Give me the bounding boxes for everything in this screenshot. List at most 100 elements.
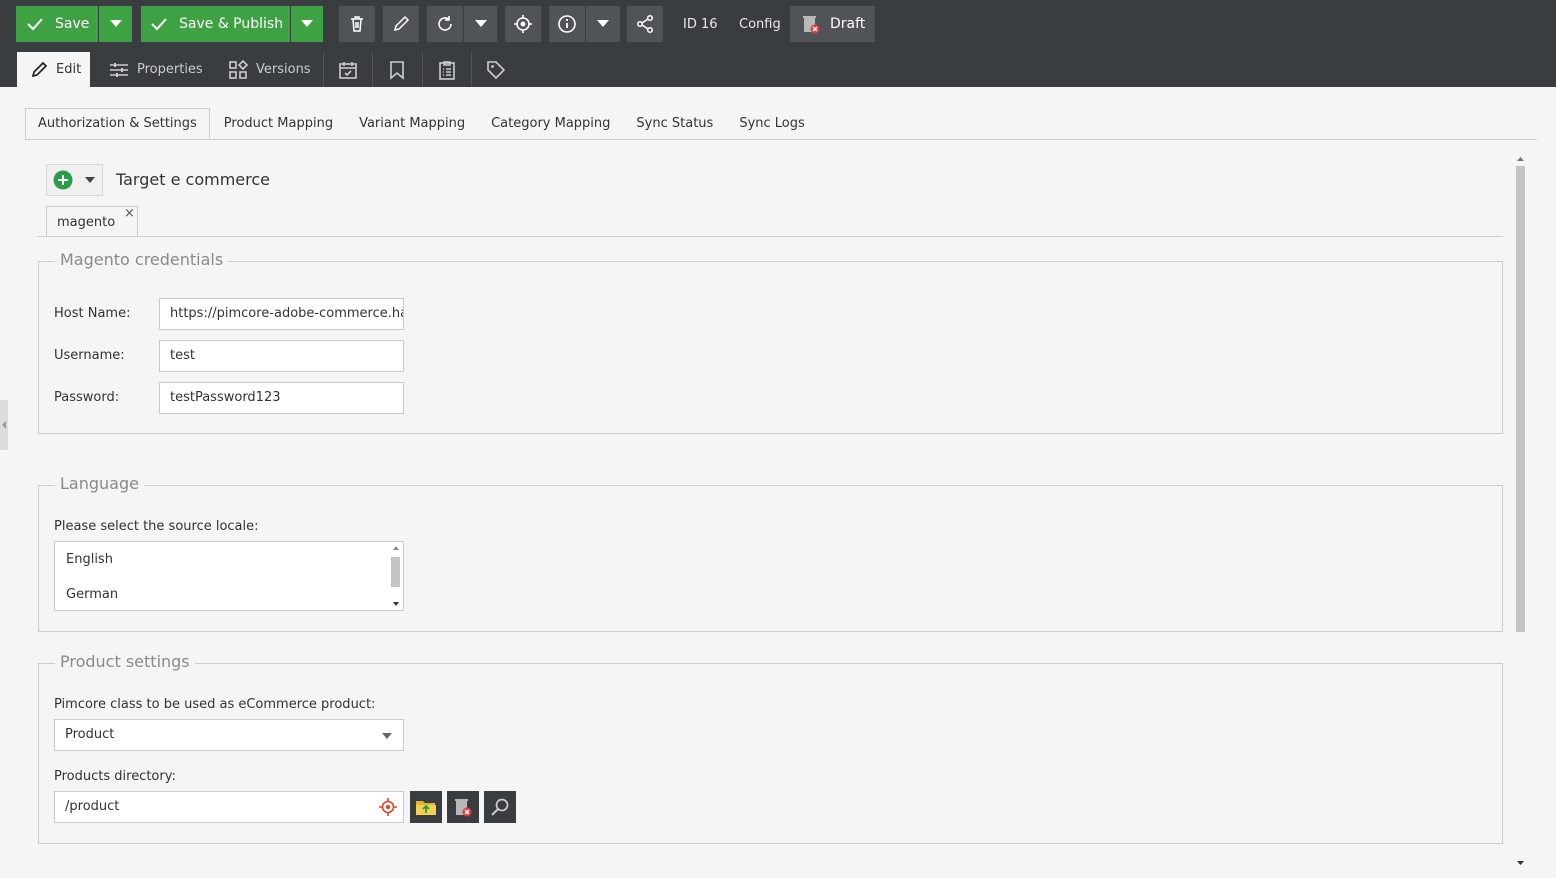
tab-schedule[interactable] bbox=[323, 52, 371, 87]
tab-sync-status[interactable]: Sync Status bbox=[624, 108, 725, 139]
rename-button[interactable] bbox=[383, 6, 419, 42]
locate-in-tree-button[interactable] bbox=[505, 6, 541, 42]
tab-product-mapping[interactable]: Product Mapping bbox=[212, 108, 345, 139]
check-icon bbox=[27, 18, 43, 31]
locale-option-english[interactable]: English bbox=[66, 552, 113, 567]
refresh-icon bbox=[438, 16, 452, 31]
pencil-icon bbox=[393, 15, 410, 32]
tab-authorization-settings[interactable]: Authorization & Settings bbox=[25, 108, 210, 139]
products-directory-value: /product bbox=[65, 799, 120, 814]
tab-bookmark[interactable] bbox=[372, 52, 421, 87]
caret-down-icon bbox=[301, 20, 313, 27]
check-icon bbox=[151, 18, 167, 31]
save-publish-label: Save & Publish bbox=[179, 16, 284, 32]
scrollbar-thumb[interactable] bbox=[1516, 166, 1525, 632]
caret-down-icon bbox=[109, 20, 122, 27]
open-folder-button[interactable] bbox=[410, 791, 442, 823]
host-label: Host Name: bbox=[54, 306, 131, 321]
tab-versions-label: Versions bbox=[256, 62, 311, 77]
save-options-button[interactable] bbox=[99, 6, 132, 42]
search-path-button[interactable] bbox=[484, 791, 516, 823]
save-button[interactable]: Save bbox=[16, 6, 98, 42]
scroll-down-icon bbox=[1517, 861, 1524, 865]
tab-category-mapping[interactable]: Category Mapping bbox=[479, 108, 622, 139]
host-input[interactable]: https://pimcore-adobe-commerce.ha bbox=[159, 298, 404, 330]
credentials-fieldset: Magento credentials Host Name: https://p… bbox=[38, 250, 1503, 434]
products-directory-label: Products directory: bbox=[54, 769, 176, 784]
top-toolbar: Save Save & Publish ID 16 Config Draft E… bbox=[0, 0, 1556, 87]
tab-variant-mapping[interactable]: Variant Mapping bbox=[347, 108, 477, 139]
product-class-label: Pimcore class to be used as eCommerce pr… bbox=[54, 697, 376, 712]
trash-remove-icon bbox=[803, 16, 820, 34]
tag-icon bbox=[487, 60, 506, 79]
plus-circle-icon bbox=[53, 170, 73, 190]
publish-options-button[interactable] bbox=[291, 6, 323, 42]
folder-open-icon bbox=[416, 801, 436, 815]
trash-remove-icon bbox=[455, 799, 472, 817]
target-icon bbox=[514, 15, 532, 33]
caret-down-icon bbox=[474, 20, 487, 27]
caret-down-icon bbox=[597, 20, 609, 27]
clipboard-list-icon bbox=[438, 60, 455, 80]
reload-button[interactable] bbox=[427, 6, 463, 42]
scroll-down-icon bbox=[393, 602, 399, 606]
product-settings-fieldset: Product settings Pimcore class to be use… bbox=[38, 652, 1503, 844]
password-label: Password: bbox=[54, 390, 120, 405]
draft-button[interactable]: Draft bbox=[790, 6, 875, 42]
product-class-value: Product bbox=[65, 727, 115, 742]
object-id: ID 16 bbox=[683, 16, 718, 32]
pencil-icon bbox=[31, 61, 48, 77]
search-icon bbox=[491, 798, 509, 816]
trash-icon bbox=[351, 16, 363, 32]
tab-properties-label: Properties bbox=[137, 62, 203, 77]
tab-edit-label: Edit bbox=[56, 62, 82, 77]
target-title: Target e commerce bbox=[116, 170, 270, 189]
tab-notes[interactable] bbox=[422, 52, 470, 87]
username-label: Username: bbox=[54, 348, 125, 363]
class-name: Config bbox=[739, 16, 781, 32]
reload-options-button[interactable] bbox=[464, 6, 497, 42]
draft-label: Draft bbox=[830, 16, 866, 32]
clear-path-button[interactable] bbox=[447, 791, 479, 823]
tab-tags[interactable] bbox=[471, 52, 520, 87]
delete-button[interactable] bbox=[339, 6, 375, 42]
product-class-select[interactable]: Product bbox=[54, 719, 404, 751]
config-tabs: Authorization & Settings Product Mapping… bbox=[25, 108, 1537, 140]
username-input[interactable]: test bbox=[159, 340, 404, 372]
listbox-scrollbar-thumb[interactable] bbox=[391, 557, 400, 587]
share-button[interactable] bbox=[627, 6, 663, 42]
tab-edit[interactable]: Edit bbox=[17, 52, 90, 87]
product-settings-legend: Product settings bbox=[55, 652, 195, 671]
sliders-icon bbox=[110, 62, 128, 77]
sidebar-collapse-handle[interactable] bbox=[0, 400, 8, 450]
locale-prompt: Please select the source locale: bbox=[54, 519, 259, 534]
tab-sync-logs[interactable]: Sync Logs bbox=[727, 108, 816, 139]
language-fieldset: Language Please select the source locale… bbox=[38, 474, 1503, 632]
locale-option-german[interactable]: German bbox=[66, 587, 118, 602]
info-options-button[interactable] bbox=[586, 6, 620, 42]
share-icon bbox=[636, 14, 654, 34]
locale-listbox[interactable]: English German bbox=[54, 541, 404, 611]
language-legend: Language bbox=[55, 474, 144, 493]
products-directory-input[interactable]: /product bbox=[54, 791, 404, 823]
info-icon bbox=[558, 15, 576, 33]
content-scrollbar[interactable] bbox=[1514, 152, 1527, 870]
locate-target-icon[interactable] bbox=[379, 798, 397, 816]
close-tab-icon[interactable]: × bbox=[124, 206, 135, 221]
scroll-up-icon bbox=[1517, 157, 1524, 161]
caret-down-icon bbox=[85, 177, 95, 183]
add-target-button[interactable] bbox=[46, 164, 103, 196]
calendar-check-icon bbox=[338, 61, 357, 79]
bookmark-icon bbox=[390, 60, 404, 80]
versions-icon bbox=[229, 59, 248, 79]
info-button[interactable] bbox=[549, 6, 585, 42]
save-label: Save bbox=[55, 16, 90, 32]
chevron-left-icon bbox=[2, 421, 6, 429]
chevron-down-icon bbox=[382, 733, 392, 739]
tab-versions[interactable]: Versions bbox=[219, 52, 321, 87]
save-publish-button[interactable]: Save & Publish bbox=[141, 6, 290, 42]
listbox-scrollbar[interactable] bbox=[389, 542, 403, 610]
password-input[interactable]: testPassword123 bbox=[159, 382, 404, 414]
scroll-up-icon bbox=[393, 546, 399, 550]
tab-properties[interactable]: Properties bbox=[99, 52, 211, 87]
